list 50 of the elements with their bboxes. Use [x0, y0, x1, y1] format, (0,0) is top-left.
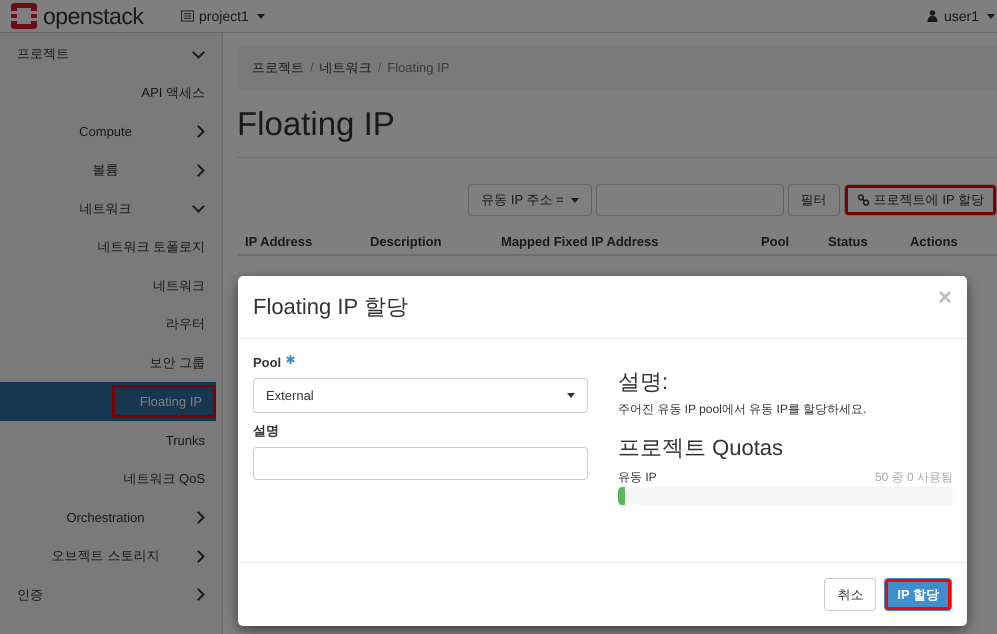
breadcrumb-current: Floating IP — [387, 60, 450, 75]
column-header: Description — [370, 234, 442, 249]
quota-label: 유동 IP — [618, 469, 657, 486]
column-header: IP Address — [245, 234, 312, 249]
logo-icon — [11, 3, 37, 29]
sidebar-item[interactable]: 라우터 — [0, 305, 222, 344]
list-icon — [181, 10, 194, 22]
cancel-button[interactable]: 취소 — [824, 578, 876, 611]
sidebar-item[interactable]: Floating IP — [0, 382, 216, 421]
pool-select[interactable]: External — [253, 378, 588, 413]
column-header: Status — [828, 234, 868, 249]
breadcrumb-link[interactable]: 프로젝트 — [252, 58, 304, 76]
user-icon — [926, 10, 939, 22]
description-field[interactable] — [253, 447, 588, 480]
sidebar-item[interactable]: API 액세스 — [0, 74, 222, 112]
project-menu[interactable]: project1 — [181, 8, 265, 24]
modal-title: Floating IP 할당 — [253, 293, 409, 321]
allocate-button[interactable]: IP 할당 — [884, 578, 952, 611]
filter-input[interactable] — [596, 184, 784, 216]
brand-name: openstack — [43, 2, 144, 30]
filter-dropdown[interactable]: 유동 IP 주소 = — [468, 184, 592, 216]
sidebar-group[interactable]: 프로젝트 — [0, 35, 222, 74]
column-header: Pool — [761, 234, 790, 249]
sidebar-item[interactable]: 네트워크 — [0, 266, 222, 306]
sidebar-group[interactable]: Compute — [0, 112, 222, 151]
breadcrumb-link[interactable]: 네트워크 — [320, 58, 372, 76]
filter-button[interactable]: 필터 — [788, 184, 840, 216]
sidebar-group[interactable]: 오브젝트 스토리지 — [0, 536, 222, 576]
sidebar-item[interactable]: 네트워크 토폴로지 — [0, 228, 222, 267]
column-header: Actions — [910, 234, 958, 249]
sidebar-group[interactable]: 인증 — [0, 575, 222, 614]
sidebar-group[interactable]: 네트워크 — [0, 189, 222, 228]
field-label: 설명 — [253, 422, 279, 440]
user-menu[interactable]: user1 — [926, 8, 995, 24]
sidebar-item[interactable]: 보안 그룹 — [0, 344, 222, 382]
breadcrumb-separator: / — [378, 60, 382, 75]
page-title: Floating IP — [237, 89, 997, 158]
quota-reading: 50 중 0 사용됨 — [874, 469, 953, 486]
link-icon — [856, 194, 870, 206]
field-label: Pool — [253, 354, 282, 370]
required-icon — [286, 354, 296, 364]
sidebar-group[interactable]: 볼륨 — [0, 150, 222, 190]
help-heading: 설명: — [618, 369, 670, 395]
sidebar-item[interactable]: 네트워크 QoS — [0, 460, 222, 498]
breadcrumb-separator: / — [310, 60, 314, 75]
sidebar-group[interactable]: Orchestration — [0, 498, 222, 537]
column-header: Mapped Fixed IP Address — [501, 234, 658, 249]
allocate-ip-button[interactable]: 프로젝트에 IP 할당 — [844, 184, 997, 216]
help-text: 주어진 유동 IP pool에서 유동 IP를 할당하세요. — [618, 401, 868, 418]
quota-heading: 프로젝트 Quotas — [618, 435, 784, 461]
